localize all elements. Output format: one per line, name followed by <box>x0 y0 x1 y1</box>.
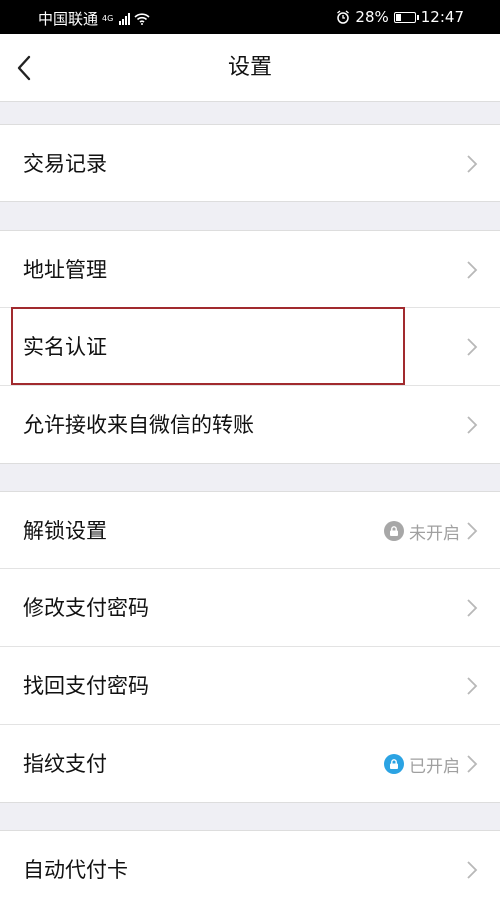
settings-item-transaction-records[interactable]: 交易记录 <box>0 124 500 202</box>
settings-item-fingerprint-payment[interactable]: 指纹支付 已开启 <box>0 725 500 803</box>
chevron-right-icon <box>467 677 478 695</box>
chevron-right-icon <box>467 861 478 879</box>
chevron-right-icon <box>467 338 478 356</box>
battery-icon <box>393 11 419 23</box>
clock: 12:47 <box>420 8 464 26</box>
battery-percent: 28% <box>355 8 389 26</box>
chevron-right-icon <box>467 755 478 773</box>
lock-icon <box>384 521 404 541</box>
settings-item-label: 解锁设置 <box>23 519 107 543</box>
chevron-right-icon <box>467 155 478 173</box>
settings-item-label: 指纹支付 <box>23 752 107 776</box>
settings-item-label: 实名认证 <box>23 335 107 359</box>
settings-item-label: 修改支付密码 <box>23 596 149 620</box>
settings-item-auto-pay-card[interactable]: 自动代付卡 <box>0 830 500 903</box>
status-text: 未开启 <box>409 523 460 544</box>
back-arrow-icon <box>17 55 31 81</box>
settings-item-wechat-transfer[interactable]: 允许接收来自微信的转账 <box>0 386 500 464</box>
network-type: 4G <box>102 14 114 23</box>
settings-item-label: 允许接收来自微信的转账 <box>23 413 254 437</box>
chevron-right-icon <box>467 261 478 279</box>
row-divider <box>0 463 500 464</box>
wifi-icon <box>134 12 150 25</box>
status-text: 已开启 <box>409 756 460 777</box>
settings-item-unlock-settings[interactable]: 解锁设置 未开启 <box>0 491 500 569</box>
settings-item-label: 自动代付卡 <box>23 858 128 882</box>
nav-bar: 设置 <box>0 34 500 102</box>
status-bar: 中国联通 4G 28% 12:47 <box>0 0 500 34</box>
signal-icon <box>119 12 131 25</box>
chevron-right-icon <box>467 522 478 540</box>
back-button[interactable] <box>4 48 44 88</box>
status-badge: 未开启 <box>384 492 460 570</box>
carrier-name: 中国联通 <box>38 10 99 28</box>
settings-item-label: 找回支付密码 <box>23 674 149 698</box>
settings-item-label: 地址管理 <box>23 258 107 282</box>
settings-item-label: 交易记录 <box>23 152 107 176</box>
status-badge: 已开启 <box>384 725 460 803</box>
alarm-icon <box>337 10 350 24</box>
chevron-right-icon <box>467 416 478 434</box>
settings-item-address-management[interactable]: 地址管理 <box>0 230 500 308</box>
row-divider <box>0 201 500 202</box>
page-title: 设置 <box>227 55 272 80</box>
row-divider <box>0 802 500 803</box>
settings-item-change-payment-password[interactable]: 修改支付密码 <box>0 569 500 647</box>
chevron-right-icon <box>467 599 478 617</box>
unlock-icon <box>384 754 404 774</box>
settings-item-recover-payment-password[interactable]: 找回支付密码 <box>0 647 500 725</box>
settings-item-real-name-verification[interactable]: 实名认证 <box>0 308 500 386</box>
